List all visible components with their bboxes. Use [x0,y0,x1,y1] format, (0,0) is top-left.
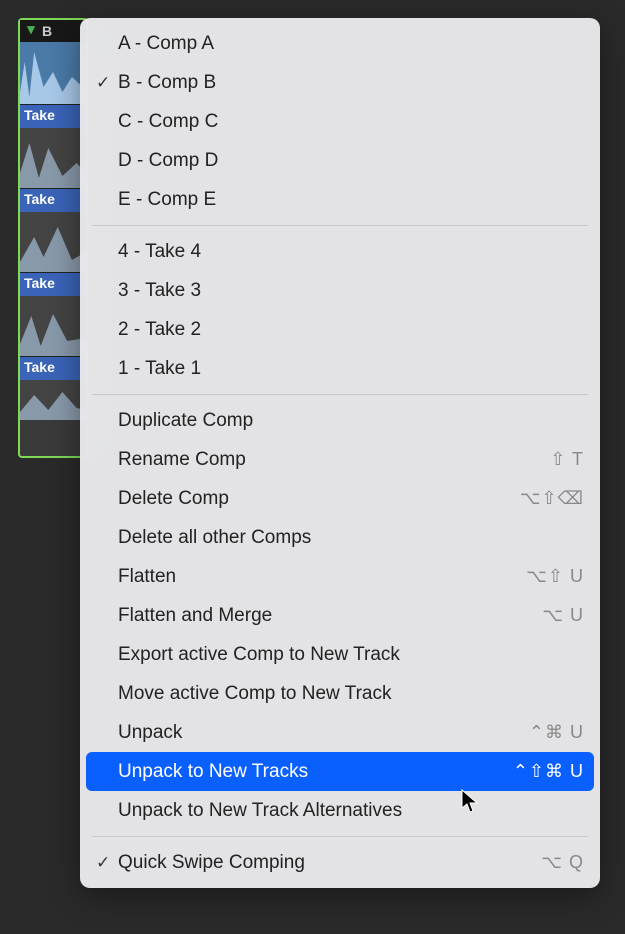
menu-item-label: Move active Comp to New Track [118,683,584,705]
checkmark-icon: ✓ [96,853,118,873]
menu-item-label: Export active Comp to New Track [118,644,584,666]
menu-item-action[interactable]: Flatten and Merge⌥ U [80,596,600,635]
take-waveform[interactable] [20,380,86,420]
menu-separator [92,394,588,395]
menu-item-label: Delete Comp [118,488,520,510]
menu-item-quick-swipe[interactable]: ✓Quick Swipe Comping⌥ Q [80,843,600,882]
disclosure-triangle-icon[interactable] [24,24,38,38]
menu-item-label: 2 - Take 2 [118,319,584,341]
menu-item-take[interactable]: 3 - Take 3 [80,271,600,310]
menu-shortcut: ⇧ T [550,449,584,470]
menu-separator [92,225,588,226]
menu-item-comp[interactable]: E - Comp E [80,180,600,219]
menu-item-label: E - Comp E [118,189,584,211]
menu-item-comp[interactable]: ✓B - Comp B [80,63,600,102]
menu-item-action[interactable]: Unpack to New Track Alternatives [80,791,600,830]
menu-item-take[interactable]: 2 - Take 2 [80,310,600,349]
menu-shortcut: ⌃⌘ U [529,722,584,743]
take-lane-label[interactable]: Take [20,188,86,212]
menu-item-action[interactable]: Flatten⌥⇧ U [80,557,600,596]
menu-item-label: 3 - Take 3 [118,280,584,302]
take-lane-label[interactable]: Take [20,356,86,380]
menu-item-action[interactable]: Delete Comp⌥⇧⌫ [80,479,600,518]
menu-item-action[interactable]: Duplicate Comp [80,401,600,440]
menu-shortcut: ⌥⇧ U [526,566,584,587]
menu-item-label: 4 - Take 4 [118,241,584,263]
menu-shortcut: ⌥⇧⌫ [520,488,584,509]
menu-item-label: Delete all other Comps [118,527,584,549]
menu-item-comp[interactable]: C - Comp C [80,102,600,141]
menu-item-label: Unpack [118,722,529,744]
take-folder-context-menu: A - Comp A✓B - Comp BC - Comp CD - Comp … [80,18,600,888]
menu-item-label: Unpack to New Track Alternatives [118,800,584,822]
take-waveform[interactable] [20,212,86,272]
region-header[interactable]: B [20,20,86,42]
take-folder-region[interactable]: B Take Take Take Take [18,18,88,458]
mouse-cursor-icon [460,788,480,814]
menu-item-label: D - Comp D [118,150,584,172]
menu-shortcut: ⌥ Q [541,852,584,873]
menu-item-comp[interactable]: D - Comp D [80,141,600,180]
menu-item-take[interactable]: 4 - Take 4 [80,232,600,271]
menu-item-label: Rename Comp [118,449,550,471]
menu-item-action[interactable]: Unpack to New Tracks⌃⇧⌘ U [86,752,594,791]
take-waveform[interactable] [20,128,86,188]
menu-item-action[interactable]: Rename Comp⇧ T [80,440,600,479]
menu-item-take[interactable]: 1 - Take 1 [80,349,600,388]
take-waveform[interactable] [20,296,86,356]
menu-item-label: Duplicate Comp [118,410,584,432]
menu-item-label: C - Comp C [118,111,584,133]
take-lane-label[interactable]: Take [20,104,86,128]
menu-item-label: Flatten [118,566,526,588]
menu-item-label: Flatten and Merge [118,605,542,627]
menu-item-action[interactable]: Export active Comp to New Track [80,635,600,674]
menu-item-label: A - Comp A [118,33,584,55]
checkmark-icon: ✓ [96,73,118,93]
menu-item-label: Quick Swipe Comping [118,852,541,874]
comp-waveform[interactable] [20,42,86,104]
menu-shortcut: ⌃⇧⌘ U [513,761,584,782]
menu-item-label: 1 - Take 1 [118,358,584,380]
menu-separator [92,836,588,837]
take-lane-label[interactable]: Take [20,272,86,296]
menu-item-label: B - Comp B [118,72,584,94]
menu-item-comp[interactable]: A - Comp A [80,24,600,63]
menu-shortcut: ⌥ U [542,605,584,626]
menu-item-action[interactable]: Move active Comp to New Track [80,674,600,713]
menu-item-action[interactable]: Delete all other Comps [80,518,600,557]
menu-item-action[interactable]: Unpack⌃⌘ U [80,713,600,752]
region-label: B [42,23,52,39]
menu-item-label: Unpack to New Tracks [118,761,513,783]
